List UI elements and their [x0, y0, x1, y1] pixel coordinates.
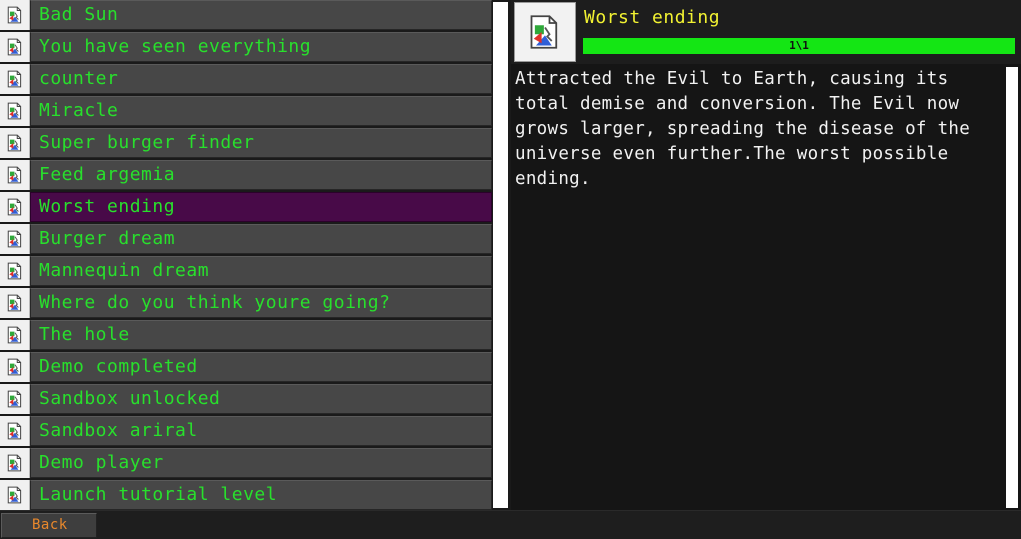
achievement-row[interactable]: Miracle	[0, 96, 492, 126]
achievement-row-label: Mannequin dream	[30, 256, 492, 286]
achievement-row-label: Worst ending	[30, 192, 492, 222]
description-scrollbar[interactable]	[1006, 67, 1018, 508]
broken-image-icon	[0, 128, 30, 158]
achievement-row-label: Demo completed	[30, 352, 492, 382]
achievement-row[interactable]: Launch tutorial level	[0, 480, 492, 510]
achievement-row[interactable]: Super burger finder	[0, 128, 492, 158]
broken-image-icon	[530, 15, 558, 49]
achievement-row-label: Burger dream	[30, 224, 492, 254]
broken-image-icon	[0, 416, 30, 446]
achievements-screen: Bad Sun You have seen everything counter Mi…	[0, 0, 1021, 539]
broken-image-icon	[0, 288, 30, 318]
achievement-row-label: Launch tutorial level	[30, 480, 492, 510]
achievement-row[interactable]: Burger dream	[0, 224, 492, 254]
achievement-progress-text: 1\1	[789, 39, 809, 52]
broken-image-icon	[0, 0, 30, 30]
broken-image-icon	[0, 224, 30, 254]
broken-image-icon	[0, 192, 30, 222]
achievement-row[interactable]: You have seen everything	[0, 32, 492, 62]
achievement-row-label: Where do you think youre going?	[30, 288, 492, 318]
achievement-row-label: Demo player	[30, 448, 492, 478]
achievement-row-label: Sandbox ariral	[30, 416, 492, 446]
achievement-detail-icon	[514, 2, 576, 62]
broken-image-icon	[0, 448, 30, 478]
achievement-row-label: Sandbox unlocked	[30, 384, 492, 414]
achievement-row[interactable]: Worst ending	[0, 192, 492, 222]
achievement-row[interactable]: Sandbox ariral	[0, 416, 492, 446]
achievement-progress-bar: 1\1	[583, 38, 1015, 54]
broken-image-icon	[0, 384, 30, 414]
achievement-row-label: The hole	[30, 320, 492, 350]
achievement-row[interactable]: Feed argemia	[0, 160, 492, 190]
bottom-bar: Back	[0, 510, 1021, 539]
broken-image-icon	[0, 64, 30, 94]
achievement-description: Attracted the Evil to Earth, causing its…	[511, 64, 1004, 510]
achievement-list: Bad Sun You have seen everything counter Mi…	[0, 0, 492, 510]
achievement-row[interactable]: Mannequin dream	[0, 256, 492, 286]
achievement-row-label: counter	[30, 64, 492, 94]
broken-image-icon	[0, 352, 30, 382]
achievement-row[interactable]: Demo completed	[0, 352, 492, 382]
back-button[interactable]: Back	[1, 513, 97, 538]
achievement-row-label: Miracle	[30, 96, 492, 126]
achievement-row-label: Bad Sun	[30, 0, 492, 30]
achievement-detail-title: Worst ending	[584, 7, 721, 28]
achievement-detail-panel: Worst ending 1\1 Attracted the Evil to E…	[511, 0, 1021, 510]
achievement-row[interactable]: Bad Sun	[0, 0, 492, 30]
achievement-row[interactable]: Sandbox unlocked	[0, 384, 492, 414]
achievement-detail-header: Worst ending 1\1	[511, 0, 1021, 64]
achievement-row-label: Super burger finder	[30, 128, 492, 158]
broken-image-icon	[0, 160, 30, 190]
achievement-row[interactable]: Demo player	[0, 448, 492, 478]
broken-image-icon	[0, 256, 30, 286]
broken-image-icon	[0, 96, 30, 126]
broken-image-icon	[0, 32, 30, 62]
broken-image-icon	[0, 320, 30, 350]
broken-image-icon	[0, 480, 30, 510]
achievement-row-label: Feed argemia	[30, 160, 492, 190]
achievement-row[interactable]: The hole	[0, 320, 492, 350]
achievement-row[interactable]: counter	[0, 64, 492, 94]
achievement-row[interactable]: Where do you think youre going?	[0, 288, 492, 318]
achievement-row-label: You have seen everything	[30, 32, 492, 62]
achievement-list-scrollbar[interactable]	[493, 2, 508, 508]
